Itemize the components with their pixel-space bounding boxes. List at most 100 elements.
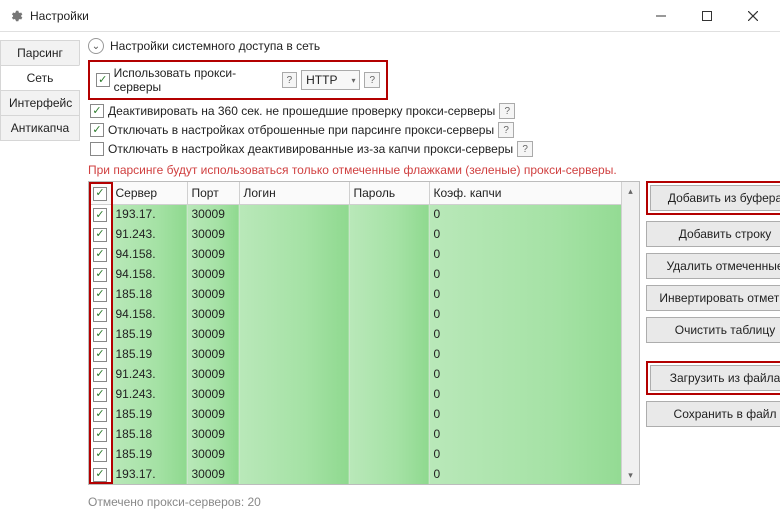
cell-server[interactable]: 185.19 (111, 404, 187, 424)
row-checkbox[interactable]: ✓ (93, 428, 107, 442)
cell-password[interactable] (349, 224, 429, 244)
cell-login[interactable] (239, 404, 349, 424)
row-checkbox[interactable]: ✓ (93, 468, 107, 482)
cell-server[interactable]: 185.19 (111, 444, 187, 464)
cell-server[interactable]: 185.18 (111, 424, 187, 444)
cell-password[interactable] (349, 204, 429, 224)
cell-captcha[interactable]: 0 (429, 284, 639, 304)
cell-port[interactable]: 30009 (187, 284, 239, 304)
table-row[interactable]: ✓94.158.300090 (89, 244, 639, 264)
table-row[interactable]: ✓91.243.300090 (89, 224, 639, 244)
header-checkbox[interactable]: ✓ (93, 187, 107, 201)
row-checkbox[interactable]: ✓ (93, 248, 107, 262)
scroll-down-icon[interactable]: ▾ (622, 466, 639, 484)
cell-server[interactable]: 185.18 (111, 284, 187, 304)
row-checkbox[interactable]: ✓ (93, 308, 107, 322)
cell-login[interactable] (239, 364, 349, 384)
cell-captcha[interactable]: 0 (429, 364, 639, 384)
row-checkbox[interactable]: ✓ (93, 288, 107, 302)
table-row[interactable]: ✓94.158.300090 (89, 264, 639, 284)
row-checkbox[interactable]: ✓ (93, 328, 107, 342)
col-server[interactable]: Сервер (111, 182, 187, 204)
cell-server[interactable]: 94.158. (111, 264, 187, 284)
cell-captcha[interactable]: 0 (429, 304, 639, 324)
table-row[interactable]: ✓ 185.1830009 0 (89, 424, 639, 444)
tab-парсинг[interactable]: Парсинг (0, 40, 80, 66)
add-row-button[interactable]: Добавить строку (646, 221, 780, 247)
cell-login[interactable] (239, 244, 349, 264)
table-row[interactable]: ✓185.19300090 (89, 444, 639, 464)
cell-server[interactable]: 94.158. (111, 304, 187, 324)
cell-port[interactable]: 30009 (187, 344, 239, 364)
save-to-file-button[interactable]: Сохранить в файл (646, 401, 780, 427)
cell-login[interactable] (239, 224, 349, 244)
invert-button[interactable]: Инвертировать отметку (646, 285, 780, 311)
col-login[interactable]: Логин (239, 182, 349, 204)
table-row[interactable]: ✓91.243.300090 (89, 384, 639, 404)
row-checkbox[interactable]: ✓ (93, 448, 107, 462)
help-icon[interactable]: ? (282, 72, 298, 88)
cell-port[interactable]: 30009 (187, 244, 239, 264)
tab-антикапча[interactable]: Антикапча (0, 115, 80, 141)
cell-server[interactable]: 193.17. (111, 464, 187, 484)
disable-parse-checkbox[interactable]: ✓ (90, 123, 104, 137)
cell-password[interactable] (349, 424, 429, 444)
tab-интерфейс[interactable]: Интерфейс (0, 90, 80, 116)
cell-port[interactable]: 30009 (187, 464, 239, 484)
cell-port[interactable]: 30009 (187, 304, 239, 324)
cell-port[interactable]: 30009 (187, 424, 239, 444)
cell-captcha[interactable]: 0 (429, 424, 639, 444)
cell-server[interactable]: 91.243. (111, 384, 187, 404)
cell-password[interactable] (349, 264, 429, 284)
cell-password[interactable] (349, 284, 429, 304)
cell-captcha[interactable]: 0 (429, 224, 639, 244)
cell-login[interactable] (239, 384, 349, 404)
cell-login[interactable] (239, 424, 349, 444)
cell-login[interactable] (239, 204, 349, 224)
cell-port[interactable]: 30009 (187, 324, 239, 344)
cell-login[interactable] (239, 304, 349, 324)
cell-password[interactable] (349, 384, 429, 404)
table-row[interactable]: ✓ 185.1830009 0 (89, 284, 639, 304)
cell-login[interactable] (239, 264, 349, 284)
row-checkbox[interactable]: ✓ (93, 408, 107, 422)
cell-login[interactable] (239, 444, 349, 464)
table-row[interactable]: ✓91.243.300090 (89, 364, 639, 384)
row-checkbox[interactable]: ✓ (93, 368, 107, 382)
add-from-buffer-button[interactable]: Добавить из буфера (650, 185, 780, 211)
help-icon[interactable]: ? (499, 103, 515, 119)
use-proxy-checkbox[interactable]: ✓ (96, 73, 110, 87)
proxy-type-select[interactable]: HTTP ▾ (301, 70, 360, 90)
col-port[interactable]: Порт (187, 182, 239, 204)
row-checkbox[interactable]: ✓ (93, 208, 107, 222)
cell-port[interactable]: 30009 (187, 384, 239, 404)
table-row[interactable]: ✓185.19300090 (89, 344, 639, 364)
clear-table-button[interactable]: Очистить таблицу (646, 317, 780, 343)
cell-password[interactable] (349, 444, 429, 464)
cell-password[interactable] (349, 464, 429, 484)
cell-captcha[interactable]: 0 (429, 404, 639, 424)
tab-сеть[interactable]: Сеть (0, 65, 80, 91)
deactivate-360-checkbox[interactable]: ✓ (90, 104, 104, 118)
cell-captcha[interactable]: 0 (429, 264, 639, 284)
cell-port[interactable]: 30009 (187, 404, 239, 424)
close-button[interactable] (730, 0, 776, 32)
cell-port[interactable]: 30009 (187, 224, 239, 244)
cell-captcha[interactable]: 0 (429, 344, 639, 364)
minimize-button[interactable] (638, 0, 684, 32)
cell-captcha[interactable]: 0 (429, 464, 639, 484)
table-row[interactable]: ✓ 193.17.30009 0 (89, 464, 639, 484)
load-from-file-button[interactable]: Загрузить из файла (650, 365, 780, 391)
cell-port[interactable]: 30009 (187, 444, 239, 464)
cell-captcha[interactable]: 0 (429, 384, 639, 404)
row-checkbox[interactable]: ✓ (93, 228, 107, 242)
table-row[interactable]: ✓185.19300090 (89, 324, 639, 344)
cell-port[interactable]: 30009 (187, 204, 239, 224)
cell-password[interactable] (349, 304, 429, 324)
cell-captcha[interactable]: 0 (429, 244, 639, 264)
cell-server[interactable]: 193.17. (111, 204, 187, 224)
row-checkbox[interactable]: ✓ (93, 348, 107, 362)
cell-password[interactable] (349, 364, 429, 384)
col-captcha[interactable]: Коэф. капчи (429, 182, 639, 204)
cell-captcha[interactable]: 0 (429, 324, 639, 344)
